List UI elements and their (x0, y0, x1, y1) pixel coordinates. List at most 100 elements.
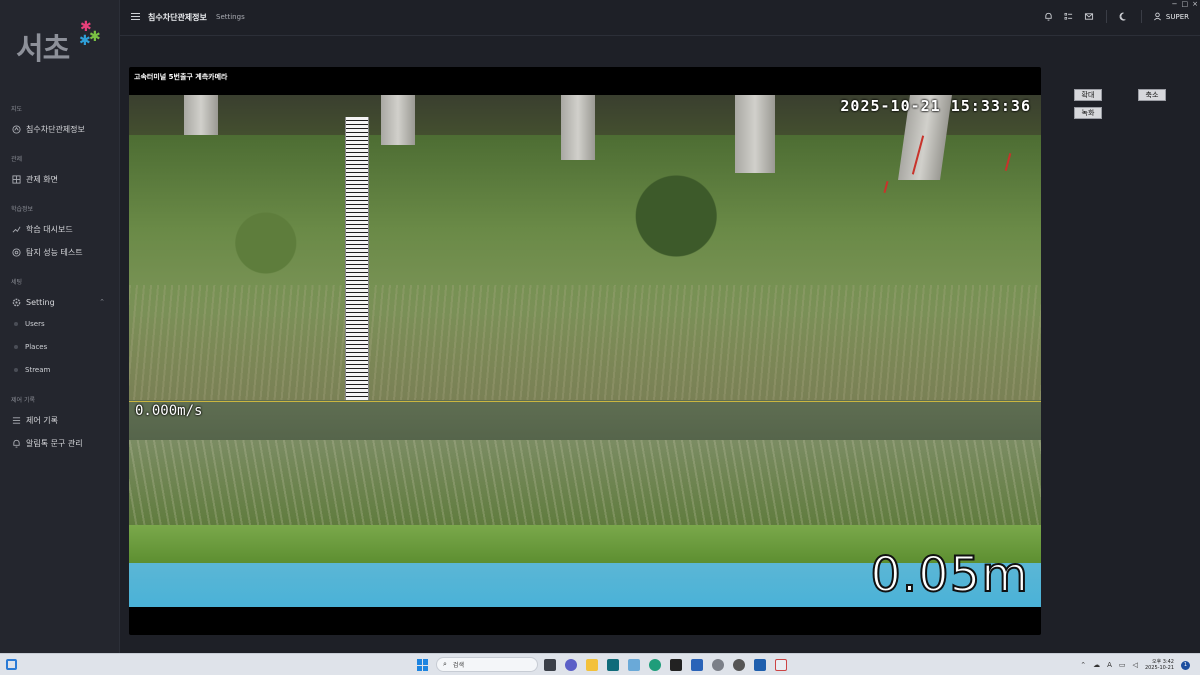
sidebar-subitem-label: Users (25, 320, 45, 328)
photos-icon[interactable] (628, 659, 640, 671)
sidebar-item-learning-dashboard[interactable]: 학습 대시보드 (11, 222, 111, 236)
logo-star-blue: ✱ (79, 33, 91, 49)
notification-badge[interactable]: 1 (1181, 660, 1190, 670)
task-view-icon[interactable] (544, 659, 556, 671)
sidebar-item-label: 제어 기록 (26, 415, 58, 425)
remote-desktop-icon[interactable] (754, 659, 766, 671)
close-icon[interactable]: × (1192, 0, 1198, 8)
gear-icon (11, 297, 21, 307)
sidebar-item-flood-info[interactable]: 침수차단관제정보 (11, 122, 111, 136)
minimize-icon[interactable]: − (1172, 0, 1178, 8)
sidebar-item-control-log[interactable]: 제어 기록 (11, 413, 111, 427)
chevron-up-icon: ⌃ (99, 298, 105, 306)
nav-section-control-log: 제어 기록 (11, 397, 35, 404)
search-icon: ⌕ (443, 660, 447, 668)
record-button[interactable]: 녹화 (1074, 107, 1102, 119)
sidebar-item-detection-test[interactable]: 탐지 성능 테스트 (11, 245, 111, 259)
nav-section-map: 지도 (11, 106, 23, 113)
sidebar-item-label: Setting (26, 297, 55, 307)
scene-pillar (381, 95, 415, 145)
store-icon[interactable] (607, 659, 619, 671)
file-explorer-icon[interactable] (586, 659, 598, 671)
sidebar-item-control-screen[interactable]: 관제 화면 (11, 172, 111, 186)
zoom-out-button[interactable]: 축소 (1138, 89, 1166, 101)
terminal-icon[interactable] (670, 659, 682, 671)
bullet-icon (14, 368, 18, 372)
network-icon[interactable]: ▭ (1119, 661, 1126, 669)
mail-icon[interactable] (1083, 11, 1095, 23)
staff-gauge (345, 117, 369, 403)
user-name: SUPER (1165, 12, 1189, 21)
header-divider (1140, 10, 1142, 23)
cloud-icon[interactable]: ☁ (1093, 661, 1100, 669)
breadcrumb[interactable]: Settings (216, 13, 245, 21)
scene-reeds (129, 285, 1041, 405)
settings-icon[interactable] (712, 659, 724, 671)
sidebar-subitem-users[interactable]: Users (14, 320, 45, 328)
header-divider (1105, 10, 1107, 23)
camera-video-feed[interactable]: 2025-10-21 15:33:36 0.000m/s 0.05m (129, 95, 1041, 607)
nav-section-learning: 학습정보 (11, 206, 34, 213)
chat-icon[interactable] (565, 659, 577, 671)
sidebar-subitem-places[interactable]: Places (14, 343, 47, 351)
user-icon (1153, 12, 1161, 21)
osd-timestamp: 2025-10-21 15:33:36 (840, 97, 1031, 115)
bell-icon[interactable] (1043, 11, 1055, 23)
logo-text: 서초 (16, 32, 70, 67)
system-tray: ⌃ ☁ A ▭ ◁ 오후 3:42 2025-10-21 1 (1080, 659, 1190, 671)
clock-date: 2025-10-21 (1144, 665, 1174, 671)
sidebar-item-label: 학습 대시보드 (26, 224, 73, 234)
sidebar-item-label: 침수차단관제정보 (26, 124, 85, 134)
user-menu[interactable]: SUPER (1153, 12, 1189, 21)
nav-section-control: 관제 (11, 156, 23, 163)
sidebar-item-alimtalk-manage[interactable]: 알림톡 문구 관리 (11, 436, 111, 450)
osd-flow-speed: 0.000m/s (135, 403, 203, 419)
osd-water-level: 0.05m (869, 546, 1029, 604)
windows-start-icon[interactable] (417, 659, 429, 671)
chevron-up-icon[interactable]: ⌃ (1080, 661, 1086, 669)
sidebar-subitem-stream[interactable]: Stream (14, 366, 50, 374)
taskbar-apps (544, 659, 787, 671)
scene-pillar (561, 95, 595, 160)
volume-icon[interactable]: ◁ (1133, 661, 1138, 669)
active-app-icon[interactable] (775, 659, 787, 671)
zoom-in-button[interactable]: 확대 (1074, 89, 1102, 101)
logo[interactable]: 서초 ✱ ✱ ✱ (16, 20, 106, 67)
sidebar-subitem-label: Places (25, 343, 48, 351)
sidebar-item-label: 알림톡 문구 관리 (26, 438, 83, 448)
logo-star-green: ✱ (89, 29, 101, 45)
scene-pillar (735, 95, 775, 173)
moon-icon[interactable] (1118, 11, 1130, 23)
task-list-icon[interactable] (1063, 11, 1075, 23)
powershell-icon[interactable] (691, 659, 703, 671)
chart-icon (11, 224, 21, 234)
sidebar: 서초 ✱ ✱ ✱ 지도 침수차단관제정보 관제 관제 화면 학습정보 학습 대시… (0, 0, 120, 653)
window-controls: − □ × (1172, 0, 1198, 8)
os-taskbar: ⌕ 검색 ⌃ ☁ A ▭ ◁ 오후 3:42 2025-10-21 1 (0, 653, 1200, 675)
sidebar-item-label: 탐지 성능 테스트 (26, 247, 83, 257)
grid-icon (11, 174, 21, 184)
app-icon[interactable] (733, 659, 745, 671)
bell-icon (11, 438, 21, 448)
ime-icon[interactable]: A (1107, 661, 1112, 669)
map-icon (11, 124, 21, 134)
taskbar-clock[interactable]: 오후 3:42 2025-10-21 (1145, 659, 1174, 671)
bullet-icon (14, 345, 18, 349)
page-title: 침수차단관제정보 (148, 13, 207, 22)
detected-waterline (129, 401, 1041, 402)
hamburger-menu-icon[interactable] (131, 13, 140, 20)
scene-near-grass (129, 440, 1041, 535)
sidebar-item-setting[interactable]: Setting ⌃ (11, 295, 111, 309)
taskbar-search[interactable]: ⌕ 검색 (436, 657, 538, 672)
app-window: 서초 ✱ ✱ ✱ 지도 침수차단관제정보 관제 관제 화면 학습정보 학습 대시… (0, 0, 1200, 653)
widgets-icon[interactable] (6, 659, 17, 670)
top-header: 침수차단관제정보 Settings SUPER − □ × (120, 0, 1200, 36)
search-placeholder: 검색 (452, 662, 464, 669)
list-icon (11, 415, 21, 425)
target-icon (11, 247, 21, 257)
edge-icon[interactable] (649, 659, 661, 671)
sidebar-item-label: 관제 화면 (26, 174, 58, 184)
scene-pillar (184, 95, 218, 135)
camera-panel: 고속터미널 5번출구 계측카메라 2025-10-21 15:33:36 0.0… (129, 67, 1041, 635)
maximize-icon[interactable]: □ (1182, 0, 1189, 8)
